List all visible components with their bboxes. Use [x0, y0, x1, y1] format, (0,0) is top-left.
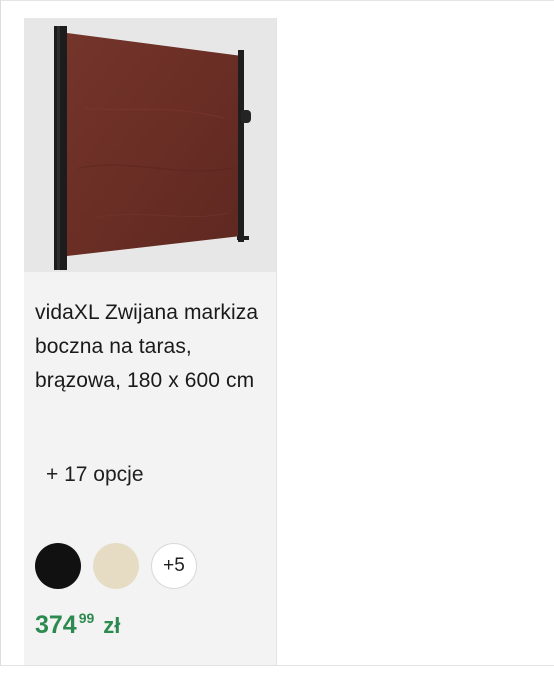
side-awning-image: [24, 18, 276, 272]
swatch-black[interactable]: [35, 543, 81, 589]
bottom-divider: [0, 665, 554, 666]
left-divider: [0, 0, 1, 666]
more-colors-button[interactable]: +5: [151, 543, 197, 589]
product-card[interactable]: vidaXL Zwijana markiza boczna na taras, …: [24, 18, 276, 665]
card-divider: [276, 18, 277, 665]
options-link[interactable]: + 17 opcje: [46, 461, 144, 489]
swatch-beige[interactable]: [93, 543, 139, 589]
product-image[interactable]: [24, 18, 276, 272]
price-currency: zł: [103, 613, 121, 638]
product-title[interactable]: vidaXL Zwijana markiza boczna na taras, …: [35, 296, 267, 398]
price-decimal: 99: [78, 610, 95, 626]
product-price: 374 99 zł: [35, 610, 120, 640]
top-divider: [0, 0, 554, 1]
price-integer: 374: [35, 611, 77, 639]
page: vidaXL Zwijana markiza boczna na taras, …: [0, 0, 554, 700]
